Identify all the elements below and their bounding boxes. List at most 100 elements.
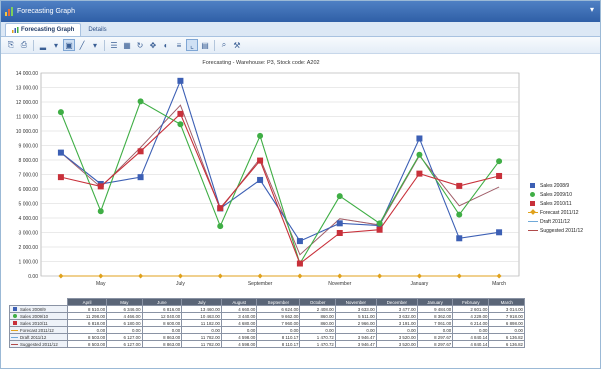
table-cell: 11 782.00 [181, 340, 222, 348]
data-point [177, 121, 184, 128]
table-corner [9, 298, 68, 306]
table-cell: 6 816.00 [141, 305, 183, 313]
table-cell: 4 680.00 [220, 319, 258, 327]
legend-label: Forecast 2011/12 [540, 209, 579, 216]
data-point [336, 193, 343, 200]
table-column-header: October [299, 298, 336, 306]
table-column-header: November [334, 298, 377, 306]
properties-icon[interactable]: ☰ [108, 39, 120, 51]
data-point [217, 223, 224, 230]
data-point [257, 157, 264, 164]
table-cell: 0.00 [334, 326, 377, 334]
table-cell: 8 110.17 [256, 340, 301, 348]
data-point [296, 238, 303, 245]
table-row: Sales 2010/11 6 818.00 6 180.00 8 600.00 11 … [9, 319, 525, 327]
tab-details[interactable]: Details [81, 23, 113, 36]
axis-icon[interactable]: ⌞ [186, 39, 198, 51]
data-point [257, 132, 264, 139]
table-cell: 11 782.00 [181, 333, 222, 341]
table-cell: 860.00 [299, 312, 336, 320]
copy-icon[interactable]: ⎘ [5, 39, 17, 51]
legend-symbol [528, 209, 538, 216]
row-label: Draft 2011/12 [20, 334, 47, 340]
table-cell: 3 633.00 [334, 305, 377, 313]
table-column-header: March [488, 298, 525, 306]
legend-symbol [528, 191, 538, 198]
row-legend-symbol [11, 335, 18, 339]
table-cell: 4 840.14 [452, 333, 490, 341]
legend-item: Suggested 2011/12 [528, 226, 600, 235]
table-cell: 6 898.00 [488, 319, 525, 327]
data-point [456, 211, 463, 218]
table-cell: 2 966.00 [334, 319, 377, 327]
data-point [496, 229, 503, 236]
table-cell: 0.00 [141, 326, 183, 334]
data-table-icon[interactable]: ▦ [121, 39, 133, 51]
legend-label: Sales 2008/9 [540, 182, 570, 189]
legend-icon[interactable]: ≡ [173, 39, 185, 51]
data-point [336, 229, 343, 236]
chart-legend: Sales 2008/9 Sales 2009/10 Sales 2010/11 Fo… [528, 181, 600, 235]
table-cell: 0.00 [256, 326, 301, 334]
table-cell: 4 229.00 [452, 312, 490, 320]
table-cell: 11 298.00 [66, 312, 108, 320]
table-cell: 6 127.00 [106, 333, 143, 341]
legend-label: Draft 2011/12 [540, 218, 570, 225]
legend-symbol [528, 200, 538, 207]
window-titlebar: Forecasting Graph ▾ [1, 1, 600, 22]
y-tick-label: 13 000.00 [16, 85, 38, 91]
table-cell: 4 598.00 [220, 340, 258, 348]
table-cell: 0.00 [488, 326, 525, 334]
table-column-header: May [106, 298, 143, 306]
zoom-icon[interactable]: ⌕ [218, 39, 230, 51]
table-column-header: February [452, 298, 490, 306]
chart-type-icon[interactable]: ▂ [37, 39, 49, 51]
dropdown-icon[interactable]: ▾ [89, 39, 101, 51]
window-title: Forecasting Graph [17, 8, 75, 15]
table-row-header: Suggested 2011/12 [9, 340, 68, 348]
legend-item: Sales 2010/11 [528, 199, 600, 208]
table-cell: 0.00 [416, 326, 454, 334]
y-tick-label: 8 000.00 [19, 158, 39, 164]
data-point [456, 235, 463, 242]
line-style-icon[interactable]: ╱ [76, 39, 88, 51]
table-cell: 4 660.00 [220, 305, 258, 313]
chart-app-icon [5, 7, 13, 16]
table-cell: 7 918.00 [488, 312, 525, 320]
tools-icon[interactable]: ⚒ [231, 39, 243, 51]
select-icon[interactable]: ▣ [63, 39, 75, 51]
table-cell: 0.00 [220, 326, 258, 334]
table-cell: 10 463.00 [181, 312, 222, 320]
table-cell: 0.00 [106, 326, 143, 334]
table-cell: 8 600.00 [141, 319, 183, 327]
tab-label: Details [88, 27, 107, 33]
move-icon[interactable]: ✥ [147, 39, 159, 51]
table-cell: 4 840.14 [452, 340, 490, 348]
y-tick-label: 6 000.00 [19, 187, 39, 193]
tab-forecasting-graph[interactable]: Forecasting Graph [5, 23, 82, 36]
table-cell: 8 510.00 [66, 305, 108, 313]
palette-icon[interactable]: ◐ [160, 39, 172, 51]
table-column-header: June [141, 298, 183, 306]
table-cell: 6 624.00 [256, 305, 301, 313]
data-point [137, 174, 144, 181]
table-cell: 6 214.00 [452, 319, 490, 327]
print-icon[interactable]: ⎙ [18, 39, 30, 51]
window-menu-arrow-icon[interactable]: ▾ [590, 5, 594, 14]
table-cell: 4 466.00 [106, 312, 143, 320]
chart-area: 14 000.00 13 000.00 12 000.00 11 000.00 10 0… [1, 55, 600, 297]
table-cell: 3 520.00 [375, 340, 418, 348]
table-cell: 860.00 [299, 319, 336, 327]
legend-label: Sales 2010/11 [540, 200, 572, 207]
rotate-icon[interactable]: ↻ [134, 39, 146, 51]
data-point [496, 158, 503, 165]
table-row-header: Draft 2011/12 [9, 333, 68, 341]
table-cell: 0.00 [375, 326, 418, 334]
dropdown-icon[interactable]: ▾ [50, 39, 62, 51]
table-cell: 1 470.72 [299, 340, 336, 348]
legend-item: Draft 2011/12 [528, 217, 600, 226]
table-cell: 8 297.67 [416, 333, 454, 341]
x-tick-label: January [411, 281, 429, 287]
grid-icon[interactable]: ▤ [199, 39, 211, 51]
table-cell: 9 484.00 [416, 305, 454, 313]
